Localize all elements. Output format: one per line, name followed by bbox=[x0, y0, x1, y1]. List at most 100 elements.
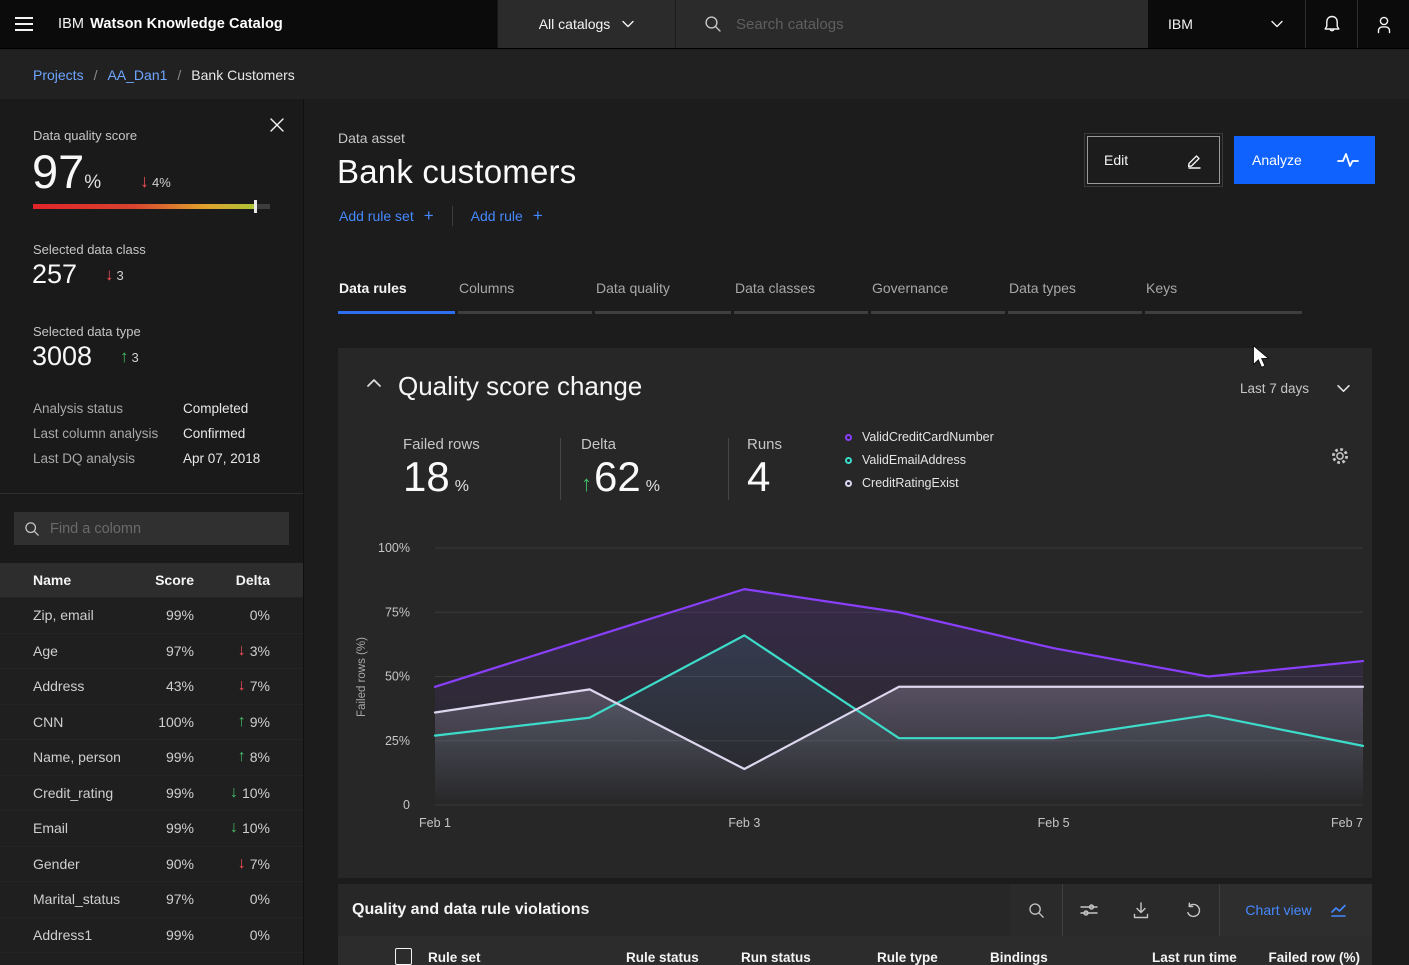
column-score-table-body: Zip, email99%0%Age97%↓3%Address43%↓7%CNN… bbox=[0, 597, 304, 965]
arrow-down-icon: ↓ bbox=[238, 855, 246, 873]
settings-gear-icon[interactable] bbox=[1330, 446, 1350, 466]
chevron-down-icon bbox=[622, 20, 634, 28]
violations-table-header: Rule setRule statusRun statusRule typeBi… bbox=[338, 936, 1372, 965]
legend-item[interactable]: ValidCreditCardNumber bbox=[845, 430, 994, 444]
column-score-row[interactable]: Gender90%↓7% bbox=[0, 846, 304, 882]
gauge-gradient bbox=[33, 204, 255, 209]
column-score: 99% bbox=[132, 607, 194, 623]
column-score-row[interactable]: Name, person99%↑8% bbox=[0, 739, 304, 775]
column-name: Address bbox=[33, 678, 132, 694]
data-class-delta: ↓ 3 bbox=[105, 265, 124, 285]
svg-text:Feb 1: Feb 1 bbox=[419, 816, 451, 830]
tab-data-types[interactable]: Data types bbox=[1008, 280, 1142, 314]
tab-data-rules[interactable]: Data rules bbox=[338, 280, 455, 314]
chart-view-toggle[interactable]: Chart view bbox=[1220, 884, 1372, 936]
svg-text:50%: 50% bbox=[385, 670, 410, 684]
column-delta: ↑9% bbox=[194, 713, 270, 731]
legend-dot-icon bbox=[845, 480, 852, 487]
legend-label: ValidCreditCardNumber bbox=[862, 430, 994, 444]
column-score-row[interactable]: Marital_status97%0% bbox=[0, 881, 304, 917]
dq-score-gauge bbox=[33, 204, 270, 209]
column-score-row[interactable]: Address199%0% bbox=[0, 917, 304, 953]
add-rule-set-link[interactable]: Add rule set+ bbox=[339, 206, 434, 226]
violations-header-rule-type: Rule type bbox=[877, 950, 938, 965]
column-name: Gender bbox=[33, 856, 132, 872]
notifications-button[interactable] bbox=[1305, 0, 1357, 48]
arrow-down-icon: ↓ bbox=[238, 677, 246, 695]
violations-panel: Quality and data rule violations bbox=[338, 884, 1372, 965]
breadcrumb-link[interactable]: AA_Dan1 bbox=[107, 67, 167, 83]
legend-item[interactable]: CreditRatingExist bbox=[845, 476, 994, 490]
search-input[interactable] bbox=[736, 16, 1076, 33]
breadcrumb-link[interactable]: Projects bbox=[33, 67, 84, 83]
tab-data-classes[interactable]: Data classes bbox=[734, 280, 868, 314]
quality-line-chart[interactable]: 100%75%50%25%0Failed rows (%)Feb 1Feb 3F… bbox=[338, 534, 1372, 844]
violations-header-rule-set: Rule set bbox=[428, 950, 481, 965]
filter-button[interactable] bbox=[1063, 884, 1115, 936]
column-delta: ↓10% bbox=[194, 819, 270, 837]
column-score: 97% bbox=[132, 643, 194, 659]
column-score-row[interactable]: CNN100%↑9% bbox=[0, 704, 304, 740]
tab-columns[interactable]: Columns bbox=[458, 280, 592, 314]
column-score-row[interactable]: Credit_rating99%↓10% bbox=[0, 775, 304, 811]
tab-governance[interactable]: Governance bbox=[871, 280, 1005, 314]
collapse-caret-icon[interactable] bbox=[366, 378, 382, 388]
download-button[interactable] bbox=[1115, 884, 1167, 936]
find-column-input[interactable] bbox=[50, 521, 270, 537]
column-score: 90% bbox=[132, 856, 194, 872]
column-delta: ↑4% bbox=[201, 961, 277, 965]
chart-stats: Failed rows 18% Delta ↑62% Runs 4 bbox=[403, 436, 782, 500]
table-search-button[interactable] bbox=[1010, 884, 1062, 936]
menu-icon[interactable] bbox=[0, 0, 48, 48]
add-rule-link[interactable]: Add rule+ bbox=[471, 206, 543, 226]
column-delta: 0% bbox=[194, 891, 270, 907]
catalog-search bbox=[675, 0, 1148, 48]
legend-item[interactable]: ValidEmailAddress bbox=[845, 453, 994, 467]
svg-text:75%: 75% bbox=[385, 605, 410, 619]
header-buttons: Edit Analyze bbox=[1087, 136, 1375, 184]
column-name: CNN bbox=[33, 714, 132, 730]
dq-score-delta: ↓ 4% bbox=[140, 171, 171, 192]
arrow-up-icon: ↑ bbox=[245, 961, 253, 965]
tab-keys[interactable]: Keys bbox=[1145, 280, 1302, 314]
analyze-button[interactable]: Analyze bbox=[1234, 136, 1375, 184]
violations-title: Quality and data rule violations bbox=[338, 901, 589, 919]
last-dq-analysis-row: Last DQ analysisApr 07, 2018 bbox=[33, 451, 283, 466]
column-score-row[interactable]: Email99%↓10% bbox=[0, 810, 304, 846]
time-range-selector[interactable]: Last 7 days bbox=[1240, 381, 1350, 396]
chevron-down-icon bbox=[1337, 384, 1350, 393]
tab-data-quality[interactable]: Data quality bbox=[595, 280, 731, 314]
select-all-checkbox[interactable] bbox=[395, 948, 412, 965]
svg-text:Failed rows (%): Failed rows (%) bbox=[356, 637, 368, 717]
close-icon[interactable] bbox=[269, 117, 285, 133]
svg-text:Feb 7: Feb 7 bbox=[1331, 816, 1363, 830]
column-score: 43% bbox=[132, 678, 194, 694]
column-score-row[interactable]: Age97%↓3% bbox=[0, 633, 304, 669]
breadcrumb-separator: / bbox=[177, 67, 181, 83]
column-delta: ↓3% bbox=[194, 642, 270, 660]
stat-failed-rows: Failed rows 18% bbox=[403, 436, 560, 499]
column-score: 97% bbox=[132, 891, 194, 907]
catalog-selector[interactable]: All catalogs bbox=[497, 0, 675, 48]
nav-spacer bbox=[283, 0, 497, 48]
arrow-down-icon: ↓ bbox=[230, 819, 238, 837]
column-score-row[interactable]: Account_number100%↑4% bbox=[0, 952, 304, 965]
reset-button[interactable] bbox=[1167, 884, 1219, 936]
main-content: Data asset Bank customers Add rule set+ … bbox=[304, 99, 1409, 965]
user-menu-button[interactable] bbox=[1357, 0, 1409, 48]
column-delta: ↓10% bbox=[194, 784, 270, 802]
breadcrumb-separator: / bbox=[94, 67, 98, 83]
stat-runs: Runs 4 bbox=[729, 436, 782, 499]
data-type-value: 3008 bbox=[32, 341, 92, 372]
account-selector[interactable]: IBM bbox=[1148, 0, 1305, 48]
column-score-row[interactable]: Zip, email99%0% bbox=[0, 597, 304, 633]
chart-line-icon bbox=[1330, 903, 1347, 918]
settings-adjust-icon bbox=[1080, 902, 1098, 918]
edit-button[interactable]: Edit bbox=[1087, 136, 1220, 184]
chart-legend: ValidCreditCardNumber ValidEmailAddress Cr… bbox=[845, 430, 994, 490]
column-delta: ↑8% bbox=[194, 748, 270, 766]
column-score-row[interactable]: Address43%↓7% bbox=[0, 668, 304, 704]
sidebar-divider bbox=[0, 493, 303, 494]
chart-panel-title: Quality score change bbox=[398, 371, 642, 402]
breadcrumb-current: Bank Customers bbox=[191, 67, 294, 83]
